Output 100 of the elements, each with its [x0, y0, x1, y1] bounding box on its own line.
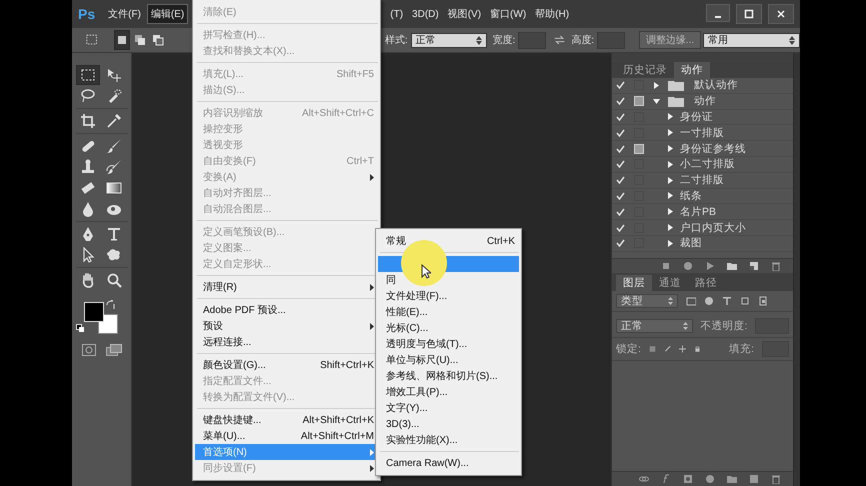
quick-mask-icon[interactable]: [82, 344, 96, 356]
swap-icon[interactable]: [554, 34, 566, 46]
menu-item[interactable]: 单位与标尺(U)...: [378, 352, 519, 368]
effects-icon[interactable]: [661, 474, 671, 484]
menu-item[interactable]: 远程连接...: [195, 334, 378, 350]
action-name[interactable]: 裁图: [680, 236, 702, 250]
checkmark-icon[interactable]: [616, 239, 624, 248]
mask-icon[interactable]: [683, 474, 693, 484]
action-name[interactable]: 纸条: [680, 188, 702, 203]
brush-icon[interactable]: [664, 344, 671, 354]
image-filter-icon[interactable]: [686, 296, 696, 306]
collapsed-triangle-icon[interactable]: [666, 240, 674, 247]
action-set-name[interactable]: 动作: [694, 94, 716, 108]
folder-icon[interactable]: [727, 261, 737, 271]
menu-bar-item[interactable]: (T): [387, 6, 406, 22]
new-item-icon[interactable]: [749, 261, 759, 271]
trash-icon[interactable]: [771, 261, 781, 271]
action-name[interactable]: 身份证参考线: [680, 142, 746, 156]
smart-object-filter-icon[interactable]: [758, 296, 768, 306]
action-set-name[interactable]: 默认动作: [694, 78, 738, 92]
menu-bar-item[interactable]: 窗口(W): [487, 5, 530, 23]
stop-icon[interactable]: [661, 261, 671, 271]
type-filter-icon[interactable]: [722, 296, 732, 306]
checkmark-icon[interactable]: [616, 128, 624, 137]
menu-bar-item[interactable]: 编辑(E): [146, 4, 188, 24]
menu-item[interactable]: 增效工具(P)...: [378, 384, 519, 400]
screen-mode-icon[interactable]: [106, 344, 122, 356]
checkmark-icon[interactable]: [616, 81, 624, 90]
menu-item[interactable]: 首选项(N): [195, 444, 378, 460]
link-icon[interactable]: [639, 474, 649, 484]
menu-item[interactable]: 文字(Y)...: [378, 400, 519, 416]
height-field[interactable]: [597, 32, 625, 48]
menu-bar-item[interactable]: 帮助(H): [532, 5, 572, 23]
checkmark-icon[interactable]: [616, 224, 624, 232]
menu-item[interactable]: Adobe PDF 预设...: [195, 302, 378, 318]
maximize-button[interactable]: [736, 4, 762, 24]
menu-item[interactable]: 性能(E)...: [378, 304, 519, 320]
checkmark-icon[interactable]: [616, 144, 624, 153]
menu-item[interactable]: 预设: [195, 318, 378, 334]
menu-item[interactable]: 常规 Ctrl+K: [378, 233, 519, 249]
filter-dropdown[interactable]: 类型: [616, 294, 678, 308]
action-name[interactable]: 二寸排版: [680, 173, 724, 188]
adjustment-filter-icon[interactable]: [704, 296, 714, 306]
trash-icon[interactable]: [771, 474, 781, 484]
collapsed-triangle-icon[interactable]: [666, 208, 674, 216]
tool-button[interactable]: [76, 65, 100, 85]
move-icon[interactable]: [678, 344, 686, 354]
panel-tab[interactable]: 图层: [616, 275, 652, 291]
checkmark-icon[interactable]: [616, 208, 624, 216]
lock-icon[interactable]: [694, 344, 701, 354]
new-layer-icon[interactable]: [749, 474, 759, 484]
adjustment-icon[interactable]: [705, 474, 715, 484]
collapsed-triangle-icon[interactable]: [666, 224, 674, 232]
blend-mode-dropdown[interactable]: 正常: [616, 319, 693, 333]
menu-item[interactable]: 清理(R): [195, 279, 378, 295]
checkmark-icon[interactable]: [616, 112, 624, 121]
play-icon[interactable]: [705, 261, 715, 271]
collapsed-triangle-icon[interactable]: [666, 160, 674, 168]
color-swatch-drawing[interactable]: [76, 300, 118, 334]
expanded-triangle-icon[interactable]: [652, 98, 660, 105]
workspace-dropdown[interactable]: 常用: [703, 32, 800, 48]
checkmark-icon[interactable]: [616, 192, 624, 200]
menu-item[interactable]: 参考线、网格和切片(S)...: [378, 368, 519, 384]
action-name[interactable]: 身份证: [680, 110, 713, 124]
collapsed-triangle-icon[interactable]: [666, 176, 674, 184]
menu-item[interactable]: Camera Raw(W)...: [378, 455, 519, 471]
panel-tab[interactable]: 路径: [688, 275, 724, 291]
new-selection-button[interactable]: [114, 30, 130, 50]
collapsed-triangle-icon[interactable]: [666, 113, 674, 120]
folder-icon[interactable]: [727, 474, 737, 484]
panel-tab[interactable]: 历史记录: [616, 62, 674, 78]
style-dropdown[interactable]: 正常: [410, 32, 487, 48]
menu-bar-item[interactable]: 3D(D): [409, 6, 442, 22]
menu-item[interactable]: 3D(3)...: [378, 416, 519, 432]
refine-edge-button[interactable]: 调整边缘...: [638, 31, 702, 49]
action-name[interactable]: 小二寸排版: [680, 157, 735, 172]
menu-item[interactable]: 菜单(U)... Alt+Shift+Ctrl+M: [195, 428, 378, 444]
collapsed-triangle-icon[interactable]: [666, 145, 674, 152]
collapsed-triangle-icon[interactable]: [652, 82, 660, 89]
action-name[interactable]: 名片PB: [680, 204, 716, 219]
action-name[interactable]: 一寸排版: [680, 126, 724, 140]
menu-item[interactable]: 实验性功能(X)...: [378, 432, 519, 448]
menu-item[interactable]: 光标(C)...: [378, 320, 519, 336]
checkmark-icon[interactable]: [616, 176, 624, 184]
checkmark-icon[interactable]: [616, 160, 624, 168]
width-field[interactable]: [518, 32, 546, 48]
record-icon[interactable]: [683, 261, 693, 271]
action-name[interactable]: 户口内页大小: [680, 220, 746, 235]
shape-filter-icon[interactable]: [740, 296, 750, 306]
menu-item[interactable]: 透明度与色域(T)...: [378, 336, 519, 352]
menu-bar-item[interactable]: 文件(F): [105, 5, 144, 23]
close-button[interactable]: [768, 4, 794, 24]
menu-item[interactable]: 键盘快捷键... Alt+Shift+Ctrl+K: [195, 412, 378, 428]
menu-bar-item[interactable]: 视图(V): [444, 5, 484, 23]
checkmark-icon[interactable]: [616, 97, 624, 106]
panel-tab[interactable]: 通道: [652, 275, 688, 291]
panel-tab[interactable]: 动作: [674, 62, 710, 78]
menu-item[interactable]: 文件处理(F)...: [378, 288, 519, 304]
minimize-button[interactable]: [706, 4, 730, 22]
menu-item[interactable]: 颜色设置(G)... Shift+Ctrl+K: [195, 357, 378, 373]
